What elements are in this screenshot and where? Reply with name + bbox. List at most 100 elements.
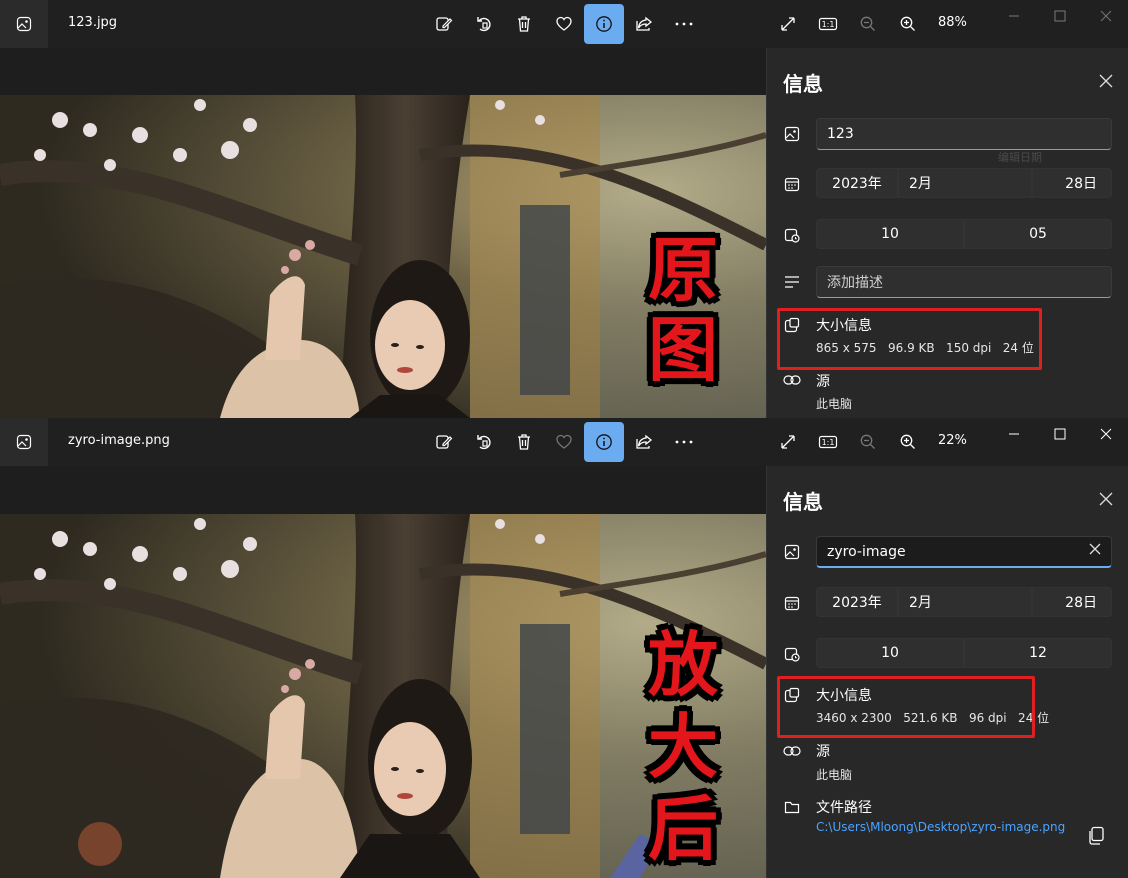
link-icon (782, 370, 802, 390)
date-year-picker[interactable]: 2023年 (816, 168, 898, 198)
photo-enlarged: 放 大 后 (0, 514, 766, 878)
time-hour-picker[interactable]: 10 (816, 638, 964, 668)
share-icon (636, 16, 653, 31)
info-panel: 信息 123 编辑日期 2023年 2月 28日 10 05 添加描述 大小信息… (766, 48, 1128, 418)
description-placeholder: 添加描述 (827, 275, 883, 291)
ghost-hint: 编辑日期 (998, 151, 1042, 164)
date-year: 2023年 (832, 176, 882, 192)
info-icon (596, 434, 612, 450)
calendar-icon (782, 593, 802, 613)
time-hour: 10 (881, 226, 899, 242)
calendar-icon (782, 174, 802, 194)
overlay-label-char-3: 后 (648, 788, 718, 870)
photos-window-original: 123.jpg 1:1 88% 原 图 信息 123 编辑日期 2023年 2月… (0, 0, 1128, 418)
close-window-button[interactable] (1086, 422, 1126, 446)
source-label: 源 (816, 744, 830, 760)
date-month: 2月 (909, 595, 932, 611)
info-panel-close-button[interactable] (1095, 70, 1117, 92)
fullscreen-icon (781, 435, 795, 449)
date-year-picker[interactable]: 2023年 (816, 587, 898, 617)
actual-size-button[interactable]: 1:1 (808, 422, 848, 462)
maximize-button[interactable] (1040, 4, 1080, 28)
photo-original: 原 图 (0, 95, 766, 418)
edit-button[interactable] (424, 4, 464, 44)
close-icon (1089, 543, 1101, 555)
clock-icon (782, 225, 802, 245)
description-icon (782, 272, 802, 292)
time-hour: 10 (881, 645, 899, 661)
maximize-icon (1054, 428, 1066, 440)
image-icon (782, 124, 802, 144)
link-icon (782, 741, 802, 761)
time-hour-picker[interactable]: 10 (816, 219, 964, 249)
info-panel-title: 信息 (783, 72, 823, 96)
source-value: 此电脑 (816, 768, 853, 782)
zoom-out-icon (860, 434, 875, 449)
actual-size-icon: 1:1 (818, 435, 838, 449)
more-icon (675, 440, 693, 444)
share-button[interactable] (624, 422, 664, 462)
minimize-button[interactable] (994, 422, 1034, 446)
info-button[interactable] (584, 4, 624, 44)
info-panel-close-button[interactable] (1095, 488, 1117, 510)
fullscreen-button[interactable] (768, 4, 808, 44)
zoom-level[interactable]: 22% (938, 433, 967, 448)
fullscreen-button[interactable] (768, 422, 808, 462)
zoom-in-button[interactable] (888, 422, 928, 462)
clock-icon (782, 644, 802, 664)
share-button[interactable] (624, 4, 664, 44)
photos-window-enlarged: zyro-image.png 1:1 22% 放 大 后 信息 zyro-ima… (0, 418, 1128, 878)
time-minute: 12 (1029, 645, 1047, 661)
date-month-picker[interactable]: 2月 (898, 168, 1032, 198)
minimize-button[interactable] (994, 4, 1034, 28)
favorite-button[interactable] (544, 422, 584, 462)
info-button[interactable] (584, 422, 624, 462)
folder-icon (782, 797, 802, 817)
overlay-label-char-2: 大 (648, 706, 718, 788)
delete-icon (518, 434, 530, 450)
date-day-picker[interactable]: 28日 (1032, 168, 1112, 198)
delete-icon (518, 16, 530, 32)
zoom-in-icon (900, 434, 915, 449)
favorite-button[interactable] (544, 4, 584, 44)
file-name-field[interactable]: 123 (816, 118, 1112, 150)
close-icon (1099, 74, 1113, 88)
clear-text-button[interactable] (1089, 543, 1101, 559)
time-minute-picker[interactable]: 12 (964, 638, 1112, 668)
zoom-out-button[interactable] (848, 422, 888, 462)
titlebar: zyro-image.png 1:1 22% (0, 418, 1128, 466)
zoom-in-button[interactable] (888, 4, 928, 44)
maximize-button[interactable] (1040, 422, 1080, 446)
rotate-icon (477, 17, 491, 32)
file-name-value: 123 (827, 126, 854, 142)
app-image-icon[interactable] (0, 418, 48, 466)
date-day: 28日 (1065, 176, 1097, 192)
svg-text:1:1: 1:1 (822, 438, 835, 447)
app-image-icon[interactable] (0, 0, 48, 48)
description-field[interactable]: 添加描述 (816, 266, 1112, 298)
time-minute-picker[interactable]: 05 (964, 219, 1112, 249)
rotate-button[interactable] (464, 422, 504, 462)
zoom-level[interactable]: 88% (938, 15, 967, 30)
info-panel-title: 信息 (783, 490, 823, 514)
titlebar: 123.jpg 1:1 88% (0, 0, 1128, 48)
copy-path-button[interactable] (1087, 826, 1107, 848)
minimize-icon (1009, 433, 1019, 435)
zoom-out-button[interactable] (848, 4, 888, 44)
close-window-button[interactable] (1086, 4, 1126, 28)
svg-text:1:1: 1:1 (822, 20, 835, 29)
delete-button[interactable] (504, 422, 544, 462)
file-name-field[interactable]: zyro-image (816, 536, 1112, 568)
file-path-link[interactable]: C:\Users\Mloong\Desktop\zyro-image.png (816, 820, 1065, 834)
close-icon (1100, 428, 1112, 440)
date-month-picker[interactable]: 2月 (898, 587, 1032, 617)
more-button[interactable] (664, 422, 704, 462)
zoom-out-icon (860, 16, 875, 31)
actual-size-button[interactable]: 1:1 (808, 4, 848, 44)
date-day-picker[interactable]: 28日 (1032, 587, 1112, 617)
rotate-button[interactable] (464, 4, 504, 44)
more-button[interactable] (664, 4, 704, 44)
delete-button[interactable] (504, 4, 544, 44)
edit-button[interactable] (424, 422, 464, 462)
minimize-icon (1009, 15, 1019, 17)
